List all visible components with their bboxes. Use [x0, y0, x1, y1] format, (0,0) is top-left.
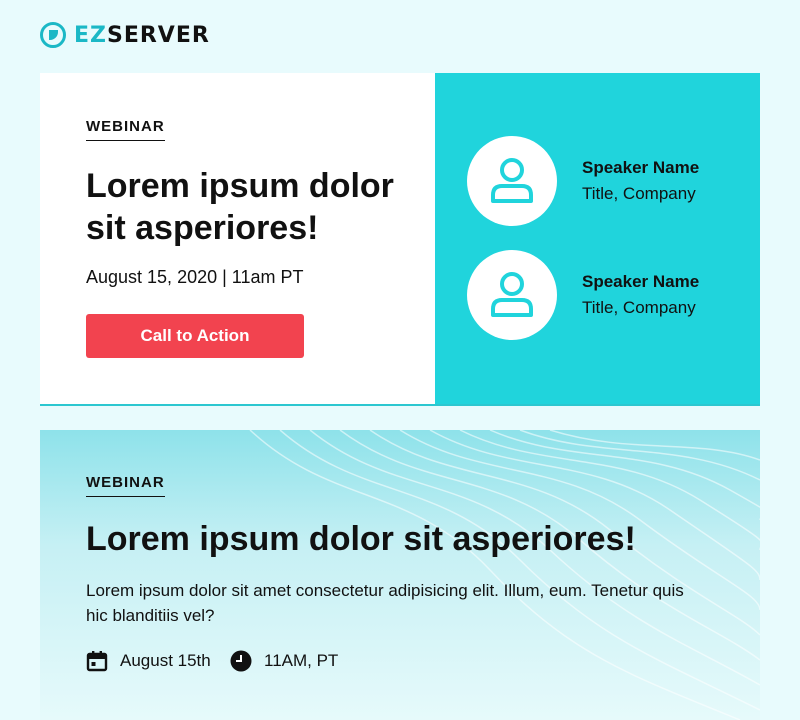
clock-icon — [230, 650, 252, 672]
avatar — [467, 250, 557, 340]
speaker-info: Speaker Name Title, Company — [582, 158, 699, 204]
user-icon — [491, 272, 533, 317]
speaker-title: Title, Company — [582, 184, 696, 203]
webinar-card-speakers: WEBINAR Lorem ipsum dolor sit asperiores… — [40, 73, 760, 406]
brand-prefix: EZ — [74, 22, 107, 48]
speaker-item: Speaker Name Title, Company — [467, 250, 699, 340]
event-time: 11AM, PT — [230, 650, 338, 672]
webinar-title: Lorem ipsum dolor sit asperiores! — [86, 520, 636, 558]
calendar-icon — [86, 651, 108, 672]
event-time-text: 11AM, PT — [264, 651, 339, 670]
speaker-title: Title, Company — [582, 298, 696, 317]
logo-icon — [40, 22, 66, 48]
event-date-text: August 15th — [120, 651, 211, 670]
eyebrow-label: WEBINAR — [86, 474, 165, 497]
speaker-name: Speaker Name — [582, 272, 700, 291]
eyebrow-label: WEBINAR — [86, 118, 165, 141]
webinar-card-details: WEBINAR Lorem ipsum dolor sit asperiores… — [40, 430, 760, 720]
brand-suffix: SERVER — [106, 22, 210, 48]
avatar — [467, 136, 557, 226]
webinar-title: Lorem ipsum dolor sit asperiores! — [86, 167, 394, 247]
speaker-info: Speaker Name Title, Company — [582, 272, 699, 318]
speaker-name: Speaker Name — [582, 158, 700, 177]
event-date: August 15th — [86, 650, 211, 672]
webinar-info-panel: WEBINAR Lorem ipsum dolor sit asperiores… — [40, 73, 435, 404]
speakers-panel: Speaker Name Title, Company Speaker Name… — [435, 73, 760, 404]
speaker-item: Speaker Name Title, Company — [467, 136, 699, 226]
user-icon — [491, 158, 533, 203]
call-to-action-button[interactable]: Call to Action — [86, 314, 304, 358]
brand-name: EZSERVER — [74, 23, 210, 48]
webinar-description: Lorem ipsum dolor sit amet consectetur a… — [86, 581, 684, 625]
brand-logo[interactable]: EZSERVER — [40, 22, 210, 48]
webinar-date: August 15, 2020 | 11am PT — [86, 267, 304, 287]
